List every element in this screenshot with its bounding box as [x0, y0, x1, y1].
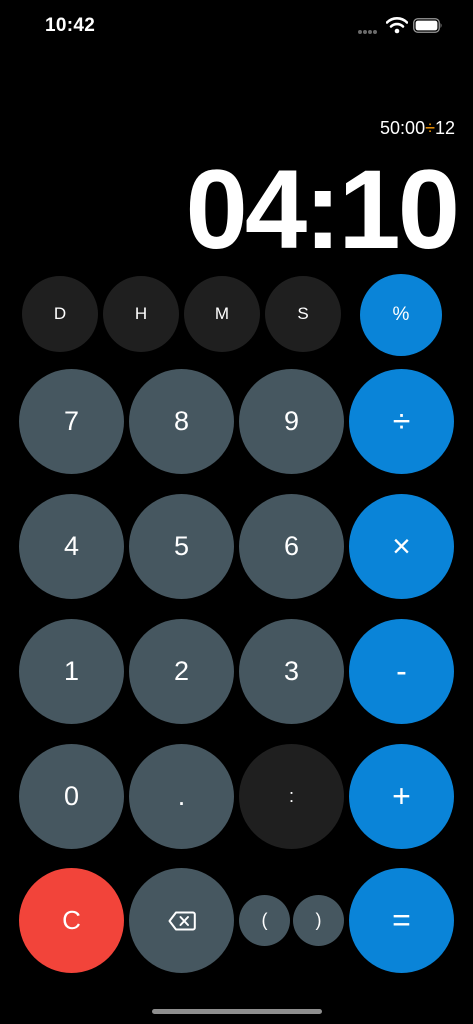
expression-operator: ÷: [425, 118, 435, 138]
clear-button[interactable]: C: [19, 868, 124, 973]
colon-button[interactable]: :: [239, 744, 344, 849]
battery-icon: [413, 18, 442, 33]
close-paren-button[interactable]: ): [293, 895, 344, 946]
digit-5-button[interactable]: 5: [129, 494, 234, 599]
minutes-button[interactable]: M: [184, 276, 260, 352]
digit-1-button[interactable]: 1: [19, 619, 124, 724]
wifi-icon: [386, 17, 408, 34]
subtract-button[interactable]: -: [349, 619, 454, 724]
add-button[interactable]: +: [349, 744, 454, 849]
percent-button[interactable]: %: [360, 274, 442, 356]
digit-2-button[interactable]: 2: [129, 619, 234, 724]
hours-button[interactable]: H: [103, 276, 179, 352]
digit-9-button[interactable]: 9: [239, 369, 344, 474]
backspace-icon: [168, 911, 196, 930]
digit-8-button[interactable]: 8: [129, 369, 234, 474]
expression-right: 12: [434, 118, 455, 138]
home-indicator: [152, 1009, 322, 1014]
seconds-button[interactable]: S: [265, 276, 341, 352]
days-button[interactable]: D: [22, 276, 98, 352]
backspace-button[interactable]: [129, 868, 234, 973]
digit-6-button[interactable]: 6: [239, 494, 344, 599]
decimal-button[interactable]: .: [129, 744, 234, 849]
expression-left: 50:00: [380, 118, 426, 138]
digit-7-button[interactable]: 7: [19, 369, 124, 474]
open-paren-button[interactable]: (: [239, 895, 290, 946]
status-time: 10:42: [45, 15, 96, 36]
expression-display: 50:00÷12: [380, 118, 455, 139]
digit-3-button[interactable]: 3: [239, 619, 344, 724]
divide-button[interactable]: ÷: [349, 369, 454, 474]
digit-0-button[interactable]: 0: [19, 744, 124, 849]
multiply-button[interactable]: ×: [349, 494, 454, 599]
result-display: 04:10: [185, 147, 460, 272]
digit-4-button[interactable]: 4: [19, 494, 124, 599]
equals-button[interactable]: =: [349, 868, 454, 973]
